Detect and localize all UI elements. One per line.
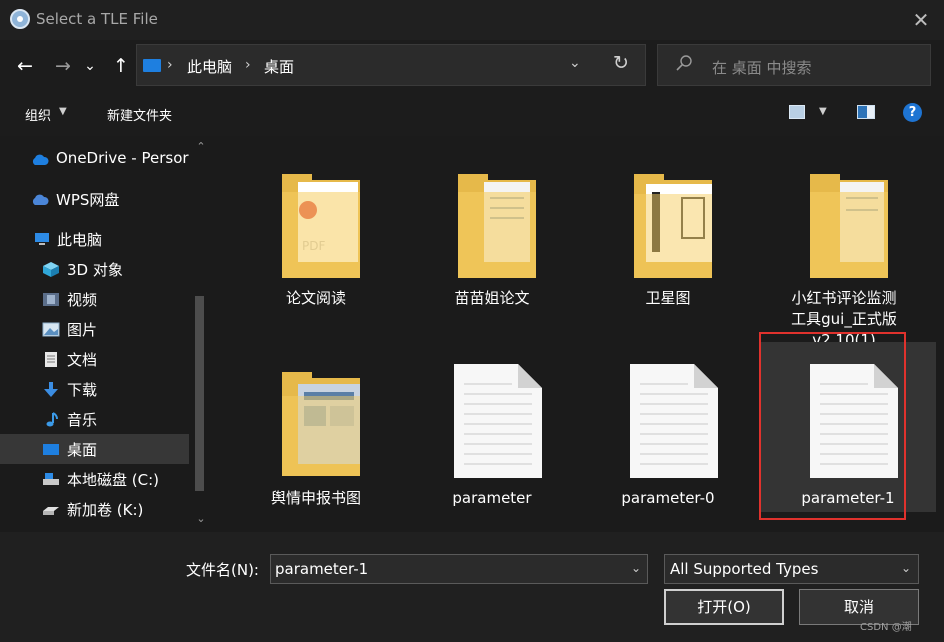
cube-icon — [43, 262, 59, 277]
breadcrumb-separator-icon: › — [167, 57, 173, 73]
folder-icon — [458, 174, 536, 278]
command-bar: 组织 ▼ 新建文件夹 ▼ ? — [0, 92, 944, 136]
file-item-folder[interactable]: 舆情申报书图 — [228, 346, 404, 516]
window-title: Select a TLE File — [36, 10, 158, 28]
sidebar-scrollbar[interactable]: ⌃ ⌄ — [190, 136, 212, 532]
file-item-folder[interactable]: 卫星图 — [580, 148, 756, 318]
sidebar-item-onedrive[interactable]: OneDrive - Persor — [0, 144, 189, 174]
up-button[interactable]: ↑ — [108, 53, 134, 79]
breadcrumb-this-pc[interactable]: 此电脑 — [187, 56, 232, 77]
search-placeholder: 在 桌面 中搜索 — [712, 59, 812, 77]
scroll-up-icon[interactable]: ⌃ — [194, 140, 208, 153]
cloud-icon — [32, 154, 49, 165]
file-name: 苗苗姐论文 — [454, 289, 530, 307]
filetype-select[interactable]: All Supported Types ⌄ — [664, 554, 919, 584]
video-icon — [43, 293, 59, 306]
file-name: parameter — [452, 489, 532, 507]
open-button[interactable]: 打开(O) — [664, 589, 784, 625]
sidebar-item-drive-c[interactable]: 本地磁盘 (C:) — [0, 464, 189, 494]
monitor-icon — [143, 59, 161, 72]
sidebar-item-downloads[interactable]: 下载 — [0, 374, 189, 404]
folder-icon — [282, 372, 360, 476]
sidebar-item-pictures[interactable]: 图片 — [0, 314, 189, 344]
filetype-value: All Supported Types — [670, 560, 819, 578]
filename-label: 文件名(N): — [186, 561, 259, 579]
file-icon — [630, 364, 718, 478]
preview-pane-icon[interactable] — [857, 105, 875, 119]
navigation-bar: ← → ⌄ ↑ › 此电脑 › 桌面 ⌄ ↻ 在 桌面 中搜索 — [0, 40, 944, 92]
scroll-thumb[interactable] — [195, 296, 204, 491]
drive-icon — [43, 507, 59, 515]
breadcrumb-separator-icon: › — [245, 57, 251, 73]
back-button[interactable]: ← — [12, 53, 38, 79]
filename-input[interactable]: parameter-1 ⌄ — [270, 554, 648, 584]
address-bar[interactable]: › 此电脑 › 桌面 ⌄ ↻ — [136, 44, 646, 86]
forward-button[interactable]: → — [50, 53, 76, 79]
sidebar-item-desktop[interactable]: 桌面 — [0, 434, 189, 464]
scroll-down-icon[interactable]: ⌄ — [194, 512, 208, 525]
selection-highlight-box — [759, 332, 906, 520]
folder-icon — [634, 174, 712, 278]
title-bar: Select a TLE File ✕ — [0, 0, 944, 40]
app-icon — [10, 9, 30, 29]
navigation-pane: OneDrive - Persor WPS网盘 此电脑 3D 对象 视频 图片 … — [0, 136, 214, 532]
file-item-folder[interactable]: 小红书评论监测 工具gui_正式版 v2.10(1) — [756, 148, 932, 349]
view-caret-icon[interactable]: ▼ — [819, 106, 827, 117]
sidebar-item-this-pc[interactable]: 此电脑 — [0, 224, 189, 254]
computer-icon — [35, 233, 49, 245]
sidebar-item-documents[interactable]: 文档 — [0, 344, 189, 374]
music-icon — [46, 412, 58, 427]
cloud-icon — [32, 194, 49, 205]
view-mode-icon[interactable] — [789, 105, 805, 119]
help-icon[interactable]: ? — [903, 103, 922, 122]
new-folder-button[interactable]: 新建文件夹 — [107, 105, 172, 124]
sidebar-item-drive-k[interactable]: 新加卷 (K:) — [0, 494, 189, 524]
folder-icon — [810, 174, 888, 278]
search-icon — [676, 55, 692, 71]
file-item-folder[interactable]: 苗苗姐论文 — [404, 148, 580, 318]
organize-button[interactable]: 组织 — [25, 105, 51, 124]
recent-locations-button[interactable]: ⌄ — [81, 53, 99, 79]
sidebar-item-wps[interactable]: WPS网盘 — [0, 184, 189, 214]
desktop-icon — [43, 444, 59, 455]
file-name: 卫星图 — [645, 289, 691, 307]
close-button[interactable]: ✕ — [904, 4, 938, 36]
document-icon — [45, 352, 57, 367]
file-name: 论文阅读 — [285, 289, 346, 307]
file-name: parameter-0 — [621, 489, 715, 507]
chevron-down-icon[interactable]: ⌄ — [901, 561, 911, 575]
watermark-text: CSDN @潮 — [860, 622, 912, 633]
sidebar-item-3d-objects[interactable]: 3D 对象 — [0, 254, 189, 284]
refresh-icon[interactable]: ↻ — [613, 52, 629, 74]
dialog-footer: 文件名(N): parameter-1 ⌄ All Supported Type… — [0, 532, 944, 642]
drive-icon — [43, 473, 59, 485]
filename-value: parameter-1 — [275, 560, 369, 578]
file-icon — [454, 364, 542, 478]
breadcrumb-desktop[interactable]: 桌面 — [264, 56, 294, 77]
sidebar-item-videos[interactable]: 视频 — [0, 284, 189, 314]
folder-icon: PDF — [282, 174, 360, 278]
search-box[interactable]: 在 桌面 中搜索 — [657, 44, 931, 86]
organize-caret-icon: ▼ — [59, 106, 67, 117]
image-icon — [42, 322, 60, 337]
file-name: 舆情申报书图 — [270, 489, 361, 507]
file-item-file[interactable]: parameter-0 — [580, 346, 756, 516]
chevron-down-icon[interactable]: ⌄ — [569, 55, 581, 71]
file-item-folder[interactable]: PDF 论文阅读 — [228, 148, 404, 318]
chevron-down-icon[interactable]: ⌄ — [631, 561, 641, 575]
download-icon — [44, 382, 58, 397]
sidebar-item-music[interactable]: 音乐 — [0, 404, 189, 434]
file-item-file[interactable]: parameter — [404, 346, 580, 516]
